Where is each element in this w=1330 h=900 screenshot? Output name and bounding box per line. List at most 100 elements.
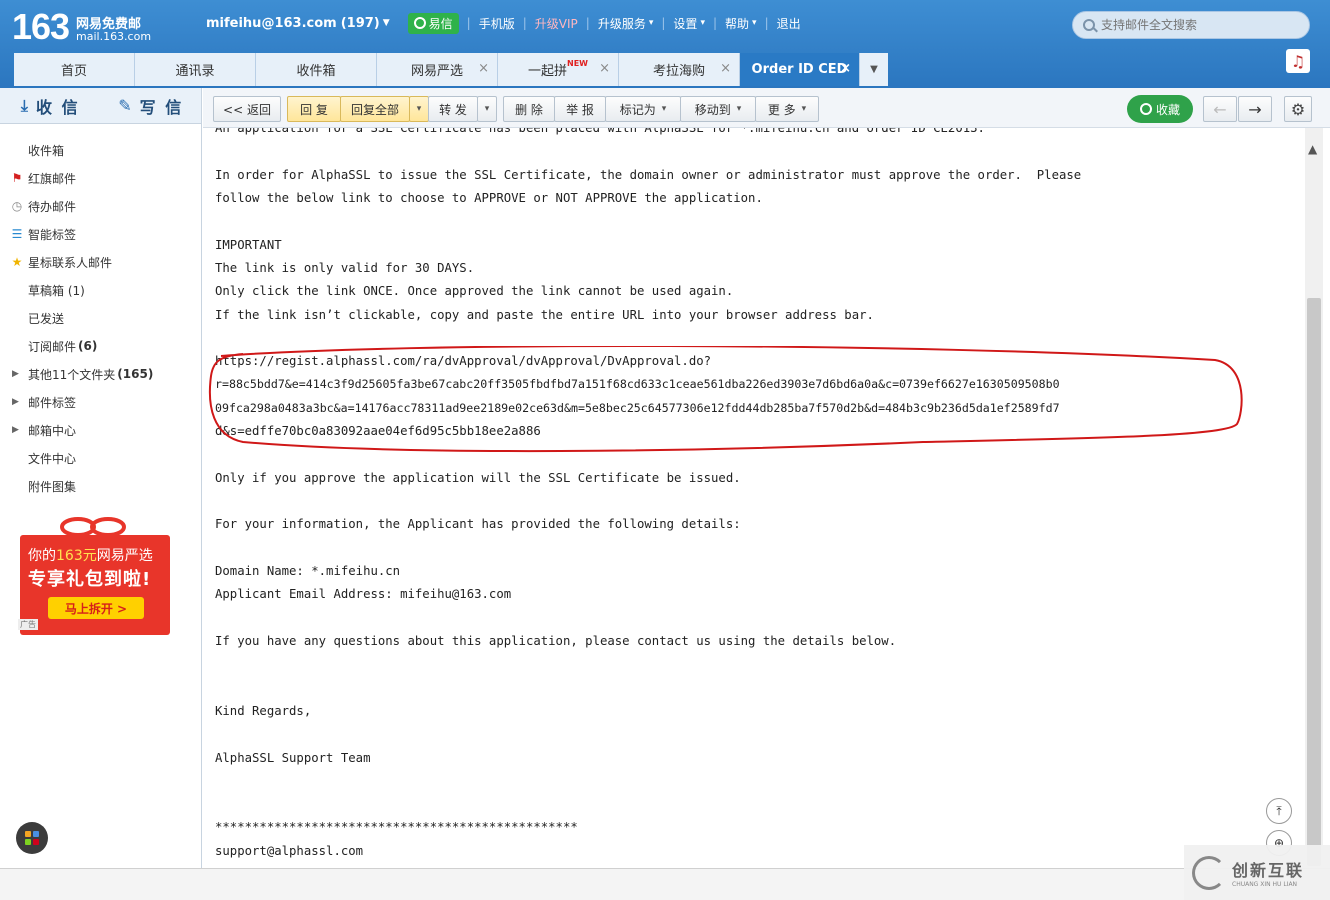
approval-link[interactable]: 09fca298a0483a3bc&a=14176acc78311ad9ee21…	[215, 400, 1060, 416]
folder-label: 红旗邮件	[28, 171, 77, 186]
upgrade-vip-link[interactable]: 升级VIP	[535, 15, 578, 32]
compose-bar: ⤓ 收 信 ✎ 写 信	[0, 88, 201, 124]
tab-order-mail[interactable]: Order ID CED ×	[740, 53, 860, 86]
mail-line: Kind Regards,	[215, 704, 312, 718]
folder-drafts[interactable]: 草稿箱 (1)	[0, 276, 201, 304]
search-box[interactable]	[1072, 11, 1310, 39]
folder-inbox[interactable]: 收件箱	[0, 136, 201, 164]
tab-inbox[interactable]: 收件箱	[256, 53, 377, 86]
app-grid-icon[interactable]	[16, 822, 48, 854]
tab-kaola[interactable]: 考拉海购 ×	[619, 53, 740, 86]
forward-button[interactable]: 转 发	[428, 96, 478, 122]
mail-line: Only if you approve the application will…	[215, 471, 741, 485]
forward-dropdown[interactable]: ▾	[477, 96, 497, 122]
approval-link[interactable]: https://regist.alphassl.com/ra/dvApprova…	[215, 353, 711, 369]
divider: |	[466, 16, 471, 30]
approval-link[interactable]: r=88c5bdd7&e=414c3f9d25605fa3be67cabc20f…	[215, 376, 1060, 392]
vertical-scrollbar[interactable]: ▲	[1305, 128, 1323, 868]
search-input[interactable]	[1101, 18, 1291, 32]
logo-number: 163	[12, 6, 70, 47]
reply-all-button[interactable]: 回复全部	[340, 96, 410, 122]
next-mail-arrow-right-icon[interactable]: →	[1238, 96, 1272, 122]
account-chevron-down-icon[interactable]: ▼	[383, 18, 390, 28]
divider: |	[764, 16, 769, 30]
mail-line: IMPORTANT	[215, 238, 282, 252]
promo-text: 网易严选	[96, 548, 153, 564]
unread-count: (197)	[340, 15, 380, 31]
tab-contacts[interactable]: 通讯录	[135, 53, 256, 86]
folder-mailbox-center[interactable]: ▶ 邮箱中心	[0, 416, 201, 444]
compose-label: 写 信	[139, 97, 184, 117]
chevron-right-icon[interactable]: ▶	[12, 397, 19, 407]
folder-todo[interactable]: ◷ 待办邮件	[0, 192, 201, 220]
tab-more-chevron-down-icon[interactable]: ▼	[860, 53, 888, 86]
account-name[interactable]: mifeihu@163.com	[206, 16, 337, 31]
help-menu[interactable]: 帮助	[725, 15, 749, 32]
close-icon[interactable]: ×	[478, 61, 489, 76]
close-icon[interactable]: ×	[599, 61, 610, 76]
chevron-down-icon: ▾	[736, 104, 742, 114]
more-label: 更 多	[767, 102, 796, 117]
mobile-link[interactable]: 手机版	[479, 15, 515, 32]
watermark-en: CHUANG XIN HU LIAN	[1232, 881, 1298, 888]
upgrade-service-menu[interactable]: 升级服务	[598, 15, 646, 32]
music-note-icon[interactable]: ♫	[1286, 49, 1310, 73]
reply-button[interactable]: 回 复	[287, 96, 341, 122]
move-to-menu[interactable]: 移动到 ▾	[680, 96, 756, 122]
tab-label: 首页	[60, 64, 87, 79]
tab-label: 收件箱	[296, 64, 336, 79]
report-button[interactable]: 举 报	[554, 96, 606, 122]
yixin-button[interactable]: 易信	[407, 12, 459, 34]
receive-button[interactable]: ⤓ 收 信	[0, 94, 101, 118]
delete-button[interactable]: 删 除	[503, 96, 555, 122]
more-menu[interactable]: 更 多 ▾	[755, 96, 819, 122]
tab-home[interactable]: 首页	[14, 53, 135, 86]
close-icon[interactable]: ×	[720, 61, 731, 76]
folder-label: 星标联系人邮件	[28, 255, 113, 270]
watermark-text: 创新互联 CHUANG XIN HU LIAN	[1232, 857, 1304, 888]
prev-mail-arrow-left-icon[interactable]: ←	[1203, 96, 1237, 122]
clock-icon: ◷	[11, 199, 23, 213]
folder-attachments[interactable]: 附件图集	[0, 472, 201, 500]
gift-bow-icon	[60, 517, 126, 537]
folder-label: 智能标签	[28, 227, 77, 242]
favorite-label: 收藏	[1155, 102, 1180, 117]
divider: |	[661, 16, 666, 30]
chevron-right-icon[interactable]: ▶	[12, 425, 19, 435]
folder-subscriptions[interactable]: 订阅邮件 (6)	[0, 332, 201, 360]
logout-link[interactable]: 退出	[777, 15, 801, 32]
folder-starred-contacts[interactable]: ★ 星标联系人邮件	[0, 248, 201, 276]
folder-other-folders[interactable]: ▶ 其他11个文件夹 (165)	[0, 360, 201, 388]
folder-sent[interactable]: 已发送	[0, 304, 201, 332]
tab-label: 网易严选	[410, 64, 463, 79]
close-icon[interactable]: ×	[840, 61, 851, 76]
tab-yanxuan[interactable]: 网易严选 ×	[377, 53, 498, 86]
folder-smart-tags[interactable]: ☰ 智能标签	[0, 220, 201, 248]
scroll-to-top-icon[interactable]: ⤒	[1266, 798, 1292, 824]
folder-red-flag[interactable]: ⚑ 红旗邮件	[0, 164, 201, 192]
scrollbar-thumb[interactable]	[1307, 298, 1321, 866]
watermark: 创新互联 CHUANG XIN HU LIAN	[1184, 845, 1330, 900]
back-button[interactable]: << 返回	[213, 96, 281, 122]
promo-open-button[interactable]: 马上拆开 >	[48, 597, 144, 619]
gear-icon[interactable]: ⚙	[1284, 96, 1312, 122]
mark-as-menu[interactable]: 标记为 ▾	[605, 96, 681, 122]
folder-file-center[interactable]: 文件中心	[0, 444, 201, 472]
folder-label: 文件中心	[28, 451, 77, 466]
settings-menu[interactable]: 设置	[673, 15, 697, 32]
mail-line: In order for AlphaSSL to issue the SSL C…	[215, 168, 1082, 182]
chevron-right-icon[interactable]: ▶	[12, 369, 19, 379]
approval-link[interactable]: d&s=edffe70bc0a83092aae04ef6d95c5bb18ee2…	[215, 423, 541, 439]
chevron-up-icon[interactable]: ▲	[1308, 142, 1317, 156]
promo-banner[interactable]: 你的163元网易严选 专享礼包到啦! 马上拆开 > 广告	[18, 515, 176, 635]
folder-mail-tags[interactable]: ▶ 邮件标签	[0, 388, 201, 416]
mail-line: Applicant Email Address: mifeihu@163.com	[215, 587, 512, 601]
folder-label: 收件箱	[28, 143, 65, 158]
favorite-button[interactable]: 收藏	[1127, 95, 1193, 123]
tab-yiqipin[interactable]: 一起拼 NEW ×	[498, 53, 619, 86]
support-email-link[interactable]: support@alphassl.com	[215, 843, 363, 859]
mail-line: For your information, the Applicant has …	[215, 517, 741, 531]
chevron-down-icon: ▾	[484, 104, 490, 114]
compose-button[interactable]: ✎ 写 信	[101, 94, 202, 118]
reply-all-dropdown[interactable]: ▾	[409, 96, 429, 122]
